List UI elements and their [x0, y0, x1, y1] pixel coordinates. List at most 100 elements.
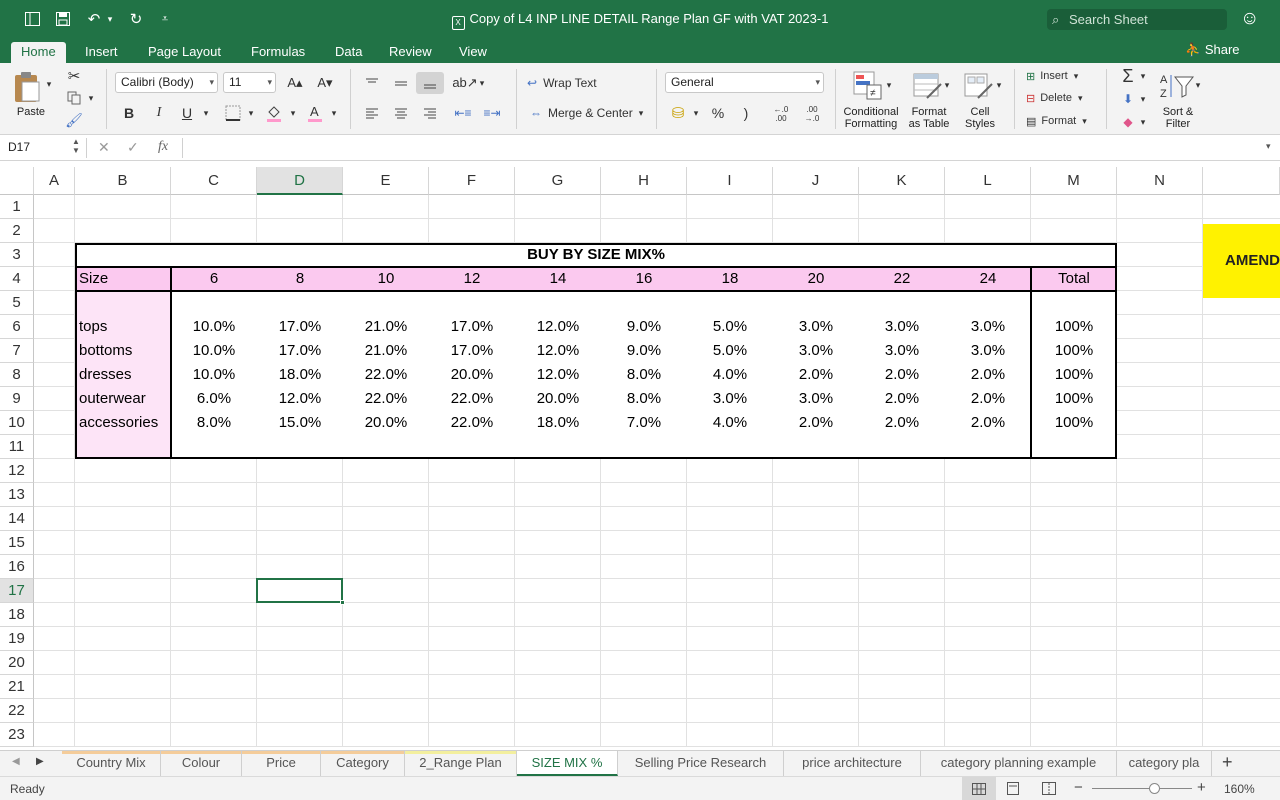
fill-handle[interactable] [340, 600, 345, 605]
row-header-10[interactable]: 10 [0, 411, 34, 435]
scroll-tabs-left-icon[interactable]: ◀ [12, 756, 20, 767]
row-header-16[interactable]: 16 [0, 555, 34, 579]
cut-icon[interactable]: ✂ [64, 66, 84, 86]
size-mix-value[interactable]: 12.0% [515, 363, 601, 387]
size-mix-value[interactable]: 12.0% [515, 315, 601, 339]
column-header-k[interactable]: K [859, 167, 945, 195]
paste-label[interactable]: Paste [8, 106, 54, 118]
font-size-select[interactable]: 11 ▾ [223, 72, 276, 93]
size-mix-value[interactable]: 12.0% [257, 387, 343, 411]
size-mix-value[interactable]: 2.0% [945, 363, 1031, 387]
sheet-tab[interactable]: 2_Range Plan [405, 751, 517, 776]
page-break-view-icon[interactable] [1042, 782, 1056, 798]
row-header-22[interactable]: 22 [0, 699, 34, 723]
zoom-slider-thumb[interactable] [1149, 783, 1160, 794]
size-mix-value[interactable]: 8.0% [171, 411, 257, 435]
size-mix-value[interactable]: 10.0% [171, 339, 257, 363]
size-mix-value[interactable]: 3.0% [945, 315, 1031, 339]
column-header-c[interactable]: C [171, 167, 257, 195]
row-header-23[interactable]: 23 [0, 723, 34, 747]
row-header-13[interactable]: 13 [0, 483, 34, 507]
font-color-icon[interactable]: A [304, 102, 326, 124]
conditional-formatting-label[interactable]: Conditional Formatting [838, 106, 904, 130]
size-mix-value[interactable]: 17.0% [429, 315, 515, 339]
size-mix-value[interactable]: 20.0% [515, 387, 601, 411]
size-mix-value[interactable]: 22.0% [343, 363, 429, 387]
autosum-dropdown-icon[interactable]: ▾ [1138, 69, 1148, 83]
size-mix-value[interactable]: 2.0% [859, 363, 945, 387]
enter-icon[interactable]: ✓ [127, 139, 139, 156]
row-header-8[interactable]: 8 [0, 363, 34, 387]
smiley-icon[interactable]: ☺ [1240, 8, 1259, 30]
column-header-a[interactable]: A [34, 167, 75, 195]
size-mix-value[interactable]: 22.0% [429, 411, 515, 435]
sidebar-icon[interactable] [22, 9, 42, 29]
row-header-21[interactable]: 21 [0, 675, 34, 699]
column-header-f[interactable]: F [429, 167, 515, 195]
increase-font-size-icon[interactable]: A▴ [282, 72, 308, 93]
borders-icon[interactable] [221, 102, 245, 124]
category-bottoms[interactable]: bottoms [79, 339, 171, 363]
tab-view[interactable]: View [449, 42, 497, 63]
clear-icon[interactable]: ◆ [1117, 112, 1139, 132]
size-mix-value[interactable]: 7.0% [601, 411, 687, 435]
size-mix-value[interactable]: 2.0% [773, 411, 859, 435]
size-mix-value[interactable]: 20.0% [343, 411, 429, 435]
save-icon[interactable] [53, 9, 73, 29]
size-mix-value[interactable]: 17.0% [257, 339, 343, 363]
name-box-stepper-icon[interactable]: ▲ ▼ [72, 137, 80, 155]
size-mix-value[interactable]: 4.0% [687, 363, 773, 387]
row-header-3[interactable]: 3 [0, 243, 34, 267]
column-header-i[interactable]: I [687, 167, 773, 195]
row-header-7[interactable]: 7 [0, 339, 34, 363]
cell-styles-icon[interactable] [961, 69, 997, 103]
normal-view-button[interactable] [962, 777, 996, 800]
size-mix-value[interactable]: 5.0% [687, 339, 773, 363]
sheet-tab[interactable]: category pla [1117, 751, 1212, 776]
formula-input[interactable] [190, 135, 1260, 160]
decrease-decimal-button[interactable]: .00 →.0 [799, 102, 825, 126]
zoom-slider[interactable] [1092, 788, 1192, 789]
row-header-5[interactable]: 5 [0, 291, 34, 315]
size-mix-value[interactable]: 2.0% [773, 363, 859, 387]
underline-dropdown-icon[interactable]: ▾ [200, 106, 212, 120]
orientation-icon[interactable]: ab↗ [452, 72, 477, 94]
size-mix-value[interactable]: 8.0% [601, 387, 687, 411]
size-mix-value[interactable]: 4.0% [687, 411, 773, 435]
increase-indent-icon[interactable]: ≡⇥ [480, 102, 504, 124]
row-header-1[interactable]: 1 [0, 195, 34, 219]
size-mix-value[interactable]: 2.0% [945, 387, 1031, 411]
expand-formula-bar-icon[interactable]: ▾ [1266, 141, 1271, 152]
size-mix-value[interactable]: 3.0% [687, 387, 773, 411]
column-header-g[interactable]: G [515, 167, 601, 195]
size-mix-value[interactable]: 18.0% [257, 363, 343, 387]
column-header-o[interactable] [1203, 167, 1280, 195]
size-mix-value[interactable]: 17.0% [257, 315, 343, 339]
column-header-l[interactable]: L [945, 167, 1031, 195]
size-mix-value[interactable]: 9.0% [601, 339, 687, 363]
comma-style-button[interactable]: ) [734, 102, 758, 124]
wrap-text-button[interactable]: ↩ Wrap Text [527, 72, 607, 94]
row-total[interactable]: 100% [1031, 363, 1117, 387]
size-mix-value[interactable]: 3.0% [859, 339, 945, 363]
add-sheet-button[interactable]: + [1222, 752, 1233, 773]
category-outerwear[interactable]: outerwear [79, 387, 171, 411]
size-mix-value[interactable]: 22.0% [429, 387, 515, 411]
sheet-tab[interactable]: Price [242, 751, 321, 776]
decrease-indent-icon[interactable]: ⇤≡ [451, 102, 475, 124]
row-header-4[interactable]: 4 [0, 267, 34, 291]
row-header-12[interactable]: 12 [0, 459, 34, 483]
sort-filter-icon[interactable]: AZ [1158, 69, 1198, 103]
customize-icon[interactable]: ⩡ [157, 9, 173, 29]
format-cells-button[interactable]: ▤ Format ▾ [1026, 112, 1096, 130]
size-mix-value[interactable]: 3.0% [945, 339, 1031, 363]
currency-icon[interactable]: ⛁ [666, 102, 690, 124]
align-middle-icon[interactable] [389, 72, 413, 94]
size-mix-value[interactable]: 3.0% [773, 339, 859, 363]
category-dresses[interactable]: dresses [79, 363, 171, 387]
align-right-icon[interactable] [418, 102, 442, 124]
copy-icon[interactable] [64, 88, 84, 108]
size-mix-value[interactable]: 6.0% [171, 387, 257, 411]
size-mix-value[interactable]: 21.0% [343, 339, 429, 363]
search-input[interactable]: ⌕ Search Sheet [1047, 9, 1227, 30]
